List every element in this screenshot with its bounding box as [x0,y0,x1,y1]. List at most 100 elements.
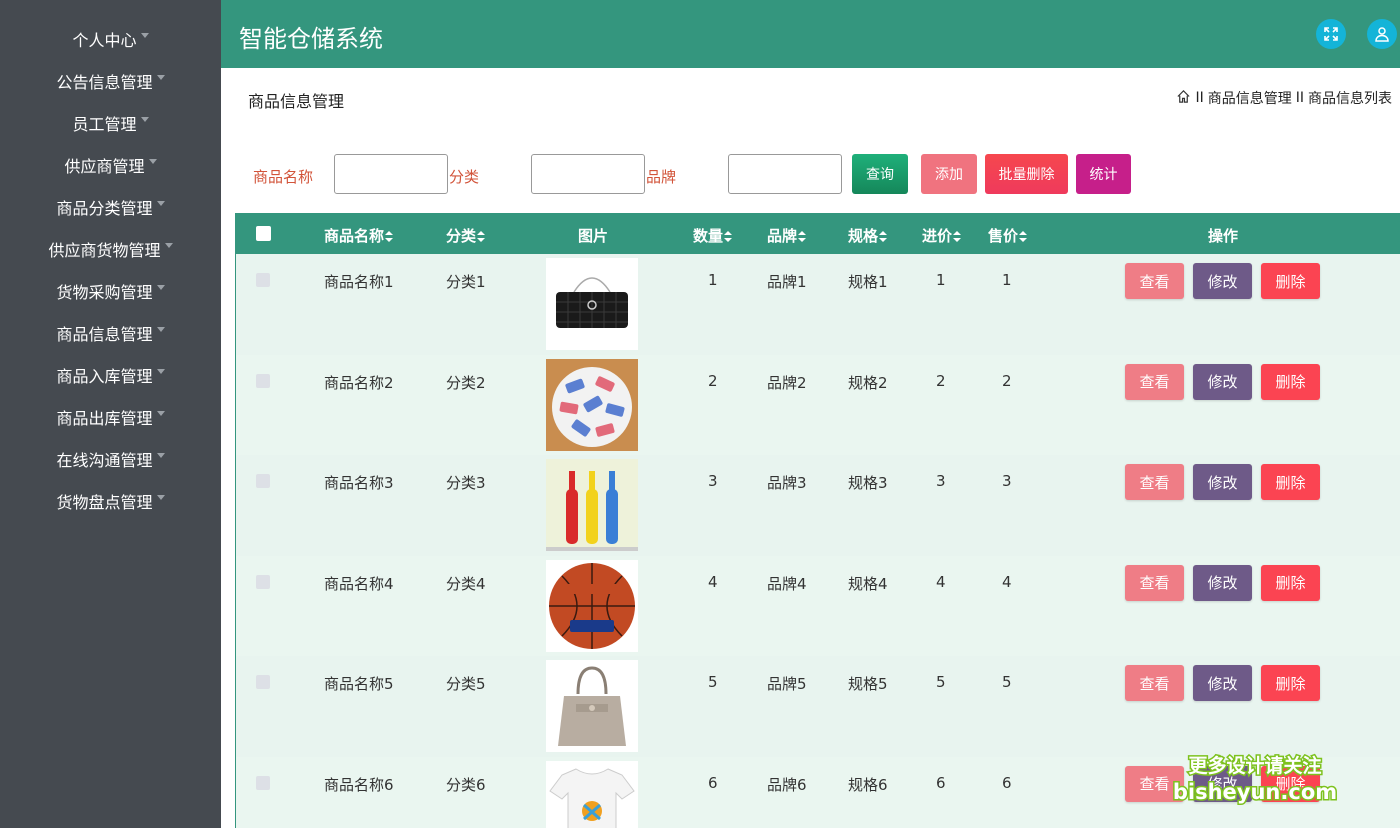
edit-button[interactable]: 修改 [1193,263,1252,299]
add-button[interactable]: 添加 [921,154,977,194]
sidebar-item-2[interactable]: 公告信息管理 [0,60,221,102]
cell-brand: 品牌3 [767,474,807,492]
view-button[interactable]: 查看 [1125,765,1184,802]
delete-button[interactable]: 删除 [1261,665,1320,701]
edit-button[interactable]: 修改 [1193,564,1252,601]
table-header: 商品名称 分类 图片 数量 品牌 规格 进价 售价 操作 [236,213,1400,254]
col-name-label: 商品名称 [324,227,385,245]
sidebar-item-9[interactable]: 商品入库管理 [0,354,221,396]
query-button[interactable]: 查询 [852,154,908,194]
col-cost[interactable]: 进价 [922,225,962,246]
view-button[interactable]: 查看 [1125,263,1184,299]
cell-qty: 1 [708,271,718,289]
delete-button[interactable]: 删除 [1261,464,1320,500]
cell-spec: 规格5 [848,675,888,693]
view-button[interactable]: 查看 [1125,464,1184,500]
row-checkbox[interactable] [256,474,270,488]
delete-button[interactable]: 删除 [1261,765,1320,802]
edit-button[interactable]: 修改 [1193,464,1252,500]
sidebar-item-5[interactable]: 商品分类管理 [0,186,221,228]
table-row: 商品名称5 分类5 5 品牌5 规格5 5 5 查看 修改 删除 [236,656,1400,757]
cell-cost: 6 [936,773,946,792]
cell-cost: 1 [936,271,946,289]
cell-price: 2 [1002,371,1012,390]
cell-spec: 规格1 [848,273,888,291]
row-checkbox[interactable] [256,373,270,388]
cell-category: 分类2 [446,373,486,392]
edit-button[interactable]: 修改 [1193,665,1252,701]
col-spec[interactable]: 规格 [848,225,888,246]
row-checkbox[interactable] [256,775,270,790]
sidebar-item-label: 商品分类管理 [56,199,153,218]
cell-brand: 品牌5 [767,675,807,693]
view-button[interactable]: 查看 [1125,363,1184,400]
sidebar-item-7[interactable]: 货物采购管理 [0,270,221,312]
breadcrumb-separator: II [1195,90,1204,106]
chevron-down-icon [156,200,165,206]
sidebar-item-11[interactable]: 在线沟通管理 [0,438,221,480]
delete-button[interactable]: 删除 [1261,263,1320,299]
product-image[interactable] [546,459,638,551]
sidebar-item-label: 供应商管理 [64,157,145,176]
sidebar-item-label: 在线沟通管理 [56,451,153,470]
chevron-down-icon [156,410,165,416]
col-brand[interactable]: 品牌 [767,225,807,246]
table-row: 商品名称4 分类4 4 品牌4 规格4 4 4 查看 修改 删除 [236,555,1400,656]
cell-brand: 品牌1 [767,273,807,291]
cell-qty: 4 [708,572,718,591]
sidebar-item-6[interactable]: 供应商货物管理 [0,228,221,270]
fullscreen-icon[interactable] [1316,19,1346,49]
row-checkbox[interactable] [256,675,270,689]
edit-button[interactable]: 修改 [1193,765,1252,802]
cell-category: 分类4 [446,574,486,593]
col-price[interactable]: 售价 [988,225,1028,246]
home-icon[interactable] [1176,89,1191,108]
view-button[interactable]: 查看 [1125,665,1184,701]
top-header: 智能仓储系统 [221,0,1400,68]
cell-name: 商品名称2 [324,373,394,392]
name-input[interactable] [334,154,448,194]
batch-delete-button[interactable]: 批量删除 [985,154,1068,194]
edit-button[interactable]: 修改 [1193,363,1252,400]
view-button[interactable]: 查看 [1125,564,1184,601]
product-image[interactable] [546,358,638,451]
brand-input[interactable] [728,154,842,194]
sidebar-item-10[interactable]: 商品出库管理 [0,396,221,438]
product-image[interactable] [546,660,638,752]
sidebar-item-label: 商品入库管理 [56,367,153,386]
product-image[interactable] [546,559,638,652]
cell-qty: 5 [708,673,718,691]
col-image: 图片 [578,227,609,245]
user-icon[interactable] [1367,19,1397,49]
sidebar-item-3[interactable]: 员工管理 [0,102,221,144]
col-category-label: 分类 [446,227,477,245]
product-image[interactable] [546,760,638,828]
table-row: 商品名称1 分类1 1 品牌1 规格1 1 1 查看 修改 删除 [236,254,1400,355]
sidebar-item-8[interactable]: 商品信息管理 [0,312,221,354]
delete-button[interactable]: 删除 [1261,363,1320,400]
cell-price: 6 [1002,773,1012,792]
row-checkbox[interactable] [256,574,270,589]
col-name[interactable]: 商品名称 [324,225,394,246]
cell-qty: 6 [708,773,718,792]
stats-button[interactable]: 统计 [1076,154,1131,194]
category-input[interactable] [531,154,645,194]
sort-icon [724,231,733,242]
select-all-checkbox[interactable] [256,226,271,241]
sidebar-item-12[interactable]: 货物盘点管理 [0,480,221,522]
cell-name: 商品名称6 [324,775,394,794]
row-checkbox[interactable] [256,273,270,287]
sidebar-item-4[interactable]: 供应商管理 [0,144,221,186]
breadcrumb-item-level1[interactable]: 商品信息管理 [1208,88,1292,108]
col-qty[interactable]: 数量 [693,225,733,246]
app-title: 智能仓储系统 [239,25,383,53]
product-image[interactable] [546,258,638,350]
col-category[interactable]: 分类 [446,225,486,246]
cell-category: 分类3 [446,474,486,492]
delete-button[interactable]: 删除 [1261,564,1320,601]
cell-price: 3 [1002,472,1012,490]
sidebar-item-1[interactable]: 个人中心 [0,18,221,60]
name-label: 商品名称 [253,168,314,186]
col-price-label: 售价 [988,227,1019,245]
cell-spec: 规格2 [848,373,888,392]
